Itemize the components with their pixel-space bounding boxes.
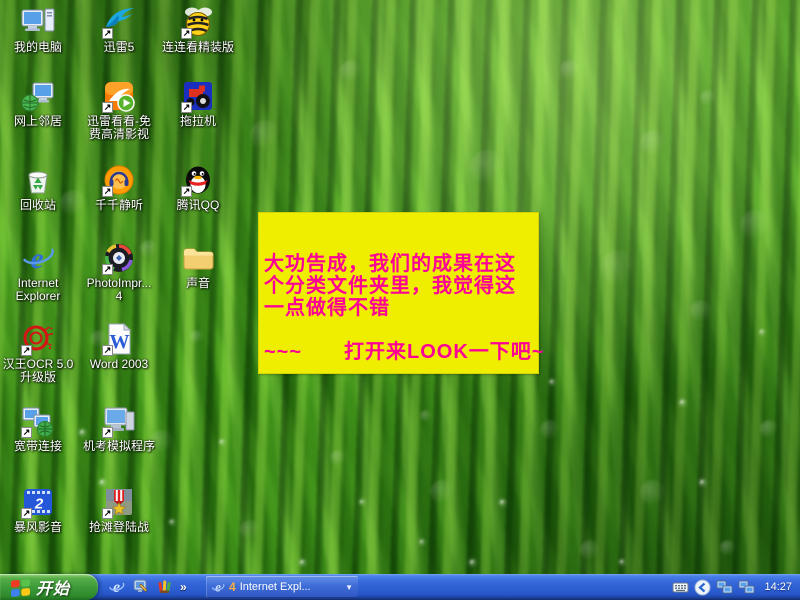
desktop-icon-tencent-qq[interactable]: ↗ 腾讯QQ	[153, 163, 243, 212]
desktop-icon-ttplayer[interactable]: ↗ 千千静听	[74, 163, 164, 212]
shortcut-arrow-icon: ↗	[102, 508, 113, 519]
tencent-qq-icon: ↗	[181, 163, 215, 197]
shortcut-arrow-icon: ↗	[102, 345, 113, 356]
desktop-icon-my-computer[interactable]: 我的电脑	[0, 5, 83, 54]
shortcut-arrow-icon: ↗	[102, 28, 113, 39]
desktop: 我的电脑 ↗ 迅雷5 ↗ 连连看精装版 网上邻居 ↗ 迅雷看看-免 费高清影视 ↗ 拖拉机 回收站 ↗ 千…	[0, 0, 800, 600]
desktop-icon-label: 腾讯QQ	[176, 198, 220, 212]
desktop-icon-broadband[interactable]: ↗ 宽带连接	[0, 404, 83, 453]
start-button-label: 开始	[36, 581, 71, 598]
sticky-note[interactable]: 大功告成，我们的成果在这 个分类文件夹里，我觉得这 一点做得不错 ~~~ 打开来LOO…	[258, 212, 545, 374]
desktop-icon-tractor-game[interactable]: ↗ 拖拉机	[153, 79, 243, 128]
desktop-icon-hanwang-ocr[interactable]: ↗ 汉王OCR 5.0 升级版	[0, 322, 83, 384]
desktop-icon-storm-player[interactable]: 2 ↗ 暴风影音	[0, 485, 83, 534]
desktop-icon-thunder-5[interactable]: ↗ 迅雷5	[74, 5, 164, 54]
word-2003-icon: W ↗	[102, 322, 136, 356]
desktop-icon-label: 连连看精装版	[161, 40, 234, 54]
desktop-icon-recycle-bin[interactable]: 回收站	[0, 163, 83, 212]
taskbar-clock[interactable]: 14:27	[764, 581, 792, 593]
desktop-icon-label: 汉王OCR 5.0 升级版	[2, 357, 74, 384]
desktop-icon-label: Internet Explorer	[15, 276, 61, 303]
note-line: 个分类文件夹里，我觉得这	[264, 275, 516, 297]
windows-flag-icon	[10, 578, 30, 597]
desktop-icon-photoimpression[interactable]: ↗ PhotoImpr... 4	[74, 241, 164, 303]
start-button[interactable]: 开始	[0, 574, 98, 600]
desktop-icon-exam-simulator[interactable]: ↗ 机考模拟程序	[74, 404, 164, 453]
system-tray: 14:27	[666, 574, 800, 600]
note-line: 大功告成，我们的成果在这	[264, 253, 516, 275]
taskbar-window-button-internet-explorer[interactable]: e 4 Internet Expl... ▼	[206, 576, 358, 598]
desktop-icon-label: 机考模拟程序	[82, 439, 155, 453]
internet-explorer-icon: e	[21, 241, 55, 275]
desktop-icon-network-places[interactable]: 网上邻居	[0, 79, 83, 128]
desktop-icon-word-2003[interactable]: W ↗ Word 2003	[74, 322, 164, 371]
photoimpression-icon: ↗	[102, 241, 136, 275]
window-button-title: Internet Expl...	[239, 581, 311, 593]
storm-player-icon: 2 ↗	[21, 485, 55, 519]
desktop-icon-beach-assault[interactable]: ↗ 抢滩登陆战	[74, 485, 164, 534]
media-player-icon[interactable]	[156, 578, 173, 595]
quick-launch-overflow-chevron[interactable]: »	[180, 580, 187, 594]
note-line	[264, 319, 534, 341]
svg-text:e: e	[215, 580, 221, 594]
note-line: 一点做得不错	[264, 297, 390, 319]
beach-assault-icon: ↗	[102, 485, 136, 519]
desktop-icon-label: 我的电脑	[13, 40, 62, 54]
svg-text:e: e	[30, 242, 43, 275]
desktop-icon-label: 声音	[185, 276, 210, 290]
lianliankan-icon: ↗	[181, 5, 215, 39]
shortcut-arrow-icon: ↗	[181, 102, 192, 113]
shortcut-arrow-icon: ↗	[102, 264, 113, 275]
desktop-icon-label: 迅雷看看-免 费高清影视	[87, 114, 151, 141]
internet-explorer-icon: e	[212, 580, 225, 594]
desktop-icon-label: 宽带连接	[13, 439, 62, 453]
taskbar: 开始 e » e 4 Internet Expl... ▼ 14:27	[0, 574, 800, 600]
desktop-icon-xunlei-kankan[interactable]: ↗ 迅雷看看-免 费高清影视	[74, 79, 164, 141]
shortcut-arrow-icon: ↗	[21, 345, 32, 356]
internet-explorer-quicklaunch-icon[interactable]: e	[108, 578, 125, 596]
window-group-dropdown-icon: ▼	[345, 582, 353, 592]
desktop-icon-label: PhotoImpr... 4	[86, 276, 152, 303]
tractor-game-icon: ↗	[181, 79, 215, 113]
desktop-icon-label: Word 2003	[89, 357, 149, 371]
broadband-icon: ↗	[21, 404, 55, 438]
shortcut-arrow-icon: ↗	[102, 427, 113, 438]
input-method-keyboard-icon[interactable]	[672, 579, 689, 596]
network-connection-icon[interactable]	[738, 579, 755, 596]
desktop-icon-internet-explorer[interactable]: e Internet Explorer	[0, 241, 83, 303]
desktop-icon-label: 拖拉机	[179, 114, 216, 128]
thunder-5-icon: ↗	[102, 5, 136, 39]
network-connection-icon[interactable]	[716, 579, 733, 596]
shortcut-arrow-icon: ↗	[102, 186, 113, 197]
show-desktop-icon[interactable]	[132, 578, 149, 595]
note-line: ~~~ 打开来LOOK一下吧~	[264, 341, 545, 363]
sound-folder-icon	[181, 241, 215, 275]
desktop-icon-label: 千千静听	[94, 198, 143, 212]
shortcut-arrow-icon: ↗	[181, 28, 192, 39]
ttplayer-icon: ↗	[102, 163, 136, 197]
desktop-icon-lianliankan[interactable]: ↗ 连连看精装版	[153, 5, 243, 54]
xunlei-kankan-icon: ↗	[102, 79, 136, 113]
recycle-bin-icon	[21, 163, 55, 197]
svg-text:e: e	[113, 579, 120, 595]
desktop-icon-label: 暴风影音	[13, 520, 62, 534]
shortcut-arrow-icon: ↗	[21, 508, 32, 519]
hide-tray-icons-chevron[interactable]	[694, 579, 711, 596]
shortcut-arrow-icon: ↗	[181, 186, 192, 197]
shortcut-arrow-icon: ↗	[21, 427, 32, 438]
window-group-count: 4	[229, 580, 236, 594]
desktop-icon-label: 迅雷5	[103, 40, 135, 54]
desktop-icon-label: 回收站	[19, 198, 56, 212]
my-computer-icon	[21, 5, 55, 39]
desktop-icon-label: 网上邻居	[13, 114, 62, 128]
shortcut-arrow-icon: ↗	[102, 102, 113, 113]
exam-simulator-icon: ↗	[102, 404, 136, 438]
desktop-icon-sound-folder[interactable]: 声音	[153, 241, 243, 290]
svg-text:2: 2	[34, 496, 44, 513]
desktop-icon-label: 抢滩登陆战	[88, 520, 149, 534]
network-places-icon	[21, 79, 55, 113]
quick-launch: e »	[108, 578, 187, 596]
hanwang-ocr-icon: ↗	[21, 322, 55, 356]
